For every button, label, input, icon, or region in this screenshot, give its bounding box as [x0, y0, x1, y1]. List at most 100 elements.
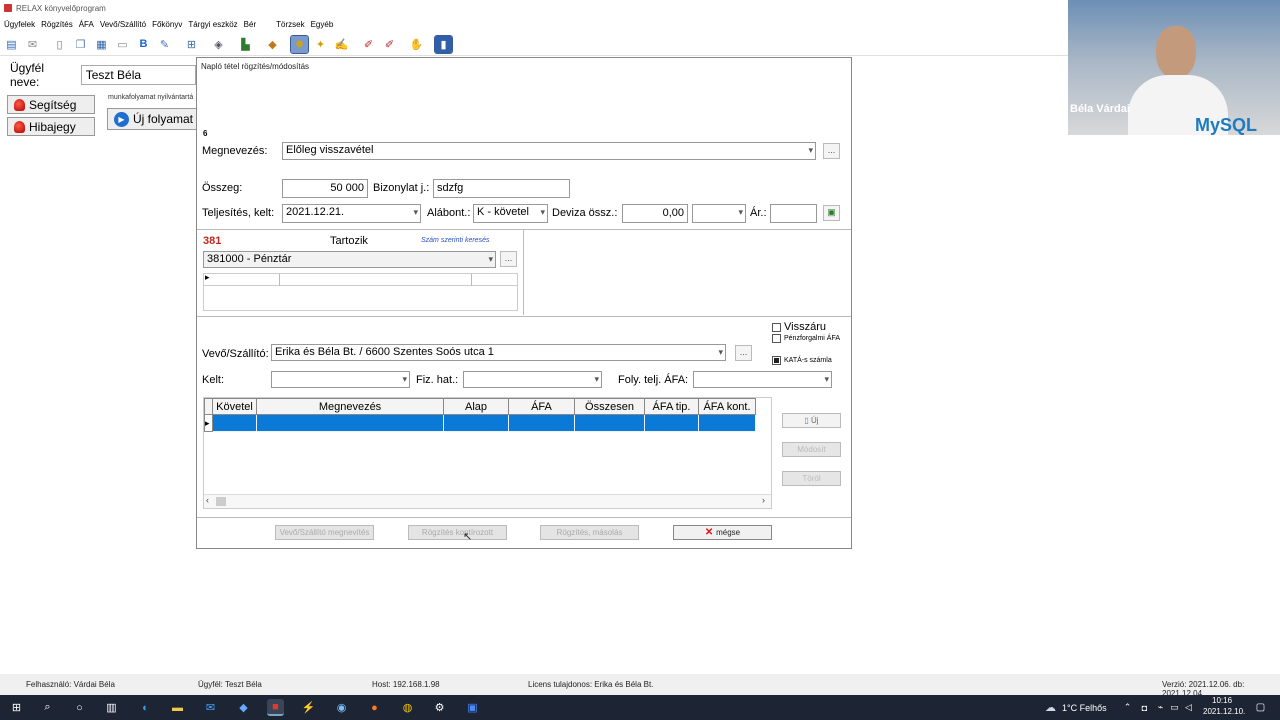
calculator-icon[interactable]: ▦	[93, 36, 110, 53]
table-cell[interactable]	[508, 414, 575, 432]
bizonylat-field[interactable]: sdzfg	[433, 179, 570, 198]
penzforgalmi-afa-checkbox[interactable]: Pénzforgalmi ÁFA	[772, 334, 840, 343]
file-explorer-icon[interactable]: ▬	[169, 699, 186, 716]
bookmark-icon[interactable]: B	[135, 36, 152, 53]
table-cell[interactable]	[256, 414, 444, 432]
column-header[interactable]: Összesen	[574, 398, 645, 415]
vevo-megnevites-button[interactable]: Vevő/Szállító megnevítés	[275, 525, 374, 540]
clock-date[interactable]: 2021.12.10.	[1203, 707, 1245, 716]
lightning-icon[interactable]: ⚡	[300, 699, 317, 716]
new-document-icon[interactable]: ▯	[51, 36, 68, 53]
mail-icon[interactable]: ✉	[202, 699, 219, 716]
book-icon[interactable]: ◆	[264, 36, 281, 53]
help-button[interactable]: Segítség	[7, 95, 95, 114]
table-cell[interactable]	[698, 414, 756, 432]
menu-ber[interactable]: Bér	[244, 20, 256, 29]
search-icon[interactable]: ⌕	[39, 699, 56, 716]
ticket-button[interactable]: Hibajegy	[7, 117, 95, 136]
fizhat-date-field[interactable]: ▾	[463, 371, 602, 388]
note-edit-icon[interactable]: ✍	[333, 36, 350, 53]
kelt-date-field[interactable]: ▾	[271, 371, 410, 388]
column-header[interactable]: Megnevezés	[256, 398, 444, 415]
table-cell[interactable]	[443, 414, 509, 432]
table-cell[interactable]	[574, 414, 645, 432]
column-header[interactable]: ÁFA kont.	[698, 398, 756, 415]
menu-ugyfelek[interactable]: Ügyfelek	[4, 20, 35, 29]
camera-icon[interactable]: ◘	[1136, 699, 1153, 716]
scroll-left-icon[interactable]: ‹	[206, 495, 209, 505]
alabont-select[interactable]: K - követel ▾	[473, 204, 548, 223]
clock-time[interactable]: 10:16	[1212, 696, 1232, 705]
kata-checkbox[interactable]: KATÁ-s számla	[772, 356, 832, 365]
panel-icon[interactable]: ▮	[434, 34, 453, 54]
modify-item-button[interactable]: Módosít	[782, 442, 841, 457]
rogzites-masolas-button[interactable]: Rögzítés, másolás	[540, 525, 639, 540]
menu-rogzites[interactable]: Rögzítés	[41, 20, 73, 29]
menu-afa[interactable]: ÁFA	[79, 20, 94, 29]
settings-icon[interactable]: ⚙	[431, 699, 448, 716]
chat-icon[interactable]: ◉	[333, 699, 350, 716]
menu-egyeb[interactable]: Egyéb	[311, 20, 334, 29]
notifications-icon[interactable]: ▢	[1252, 699, 1269, 716]
new-item-button[interactable]: ▯ Új	[782, 413, 841, 428]
menu-vevo-szallito[interactable]: Vevő/Szállító	[100, 20, 146, 29]
megnevezes-select[interactable]: Előleg visszavétel ▾	[282, 142, 816, 160]
task-view-icon[interactable]: ▥	[103, 699, 120, 716]
edge-icon[interactable]: ◐	[137, 699, 154, 716]
vevo-select[interactable]: Erika és Béla Bt. / 6600 Szentes Soós ut…	[271, 344, 726, 361]
table-cell[interactable]	[212, 414, 257, 432]
hand-icon[interactable]: ✋	[408, 36, 425, 53]
windows-start-icon[interactable]: ⊞	[8, 699, 25, 716]
column-header[interactable]: Alap	[443, 398, 509, 415]
client-card-icon[interactable]: ▤	[3, 36, 20, 53]
teljesites-date-field[interactable]: 2021.12.21. ▾	[282, 204, 421, 223]
scroll-right-icon[interactable]: ›	[762, 495, 765, 505]
visszaru-checkbox[interactable]: Visszáru	[772, 321, 826, 333]
relax-app-icon[interactable]: ■	[267, 699, 284, 716]
horizontal-scrollbar[interactable]: ‹ ›	[204, 494, 771, 508]
app-icon[interactable]: ◆	[235, 699, 252, 716]
column-header[interactable]: ÁFA	[508, 398, 575, 415]
column-header[interactable]: Követel	[212, 398, 257, 415]
firefox-icon[interactable]: ●	[366, 699, 383, 716]
menu-fokonyv[interactable]: Főkönyv	[152, 20, 182, 29]
ar-field[interactable]	[770, 204, 817, 223]
table-row[interactable]: ▸	[204, 414, 756, 432]
cortana-icon[interactable]: ○	[71, 699, 88, 716]
account-select[interactable]: 381000 - Pénztár ▾	[203, 251, 496, 268]
search-by-number-link[interactable]: Szám szerinti keresés	[421, 237, 489, 244]
calculator-icon[interactable]: ▣	[823, 205, 840, 221]
delete-item-button[interactable]: Töröl	[782, 471, 841, 486]
weather-text[interactable]: 1°C Felhős	[1062, 703, 1107, 713]
megnevezes-more-button[interactable]: ...	[823, 143, 840, 159]
client-name-field[interactable]: Teszt Béla	[80, 64, 196, 85]
envelope-icon[interactable]: ✉	[24, 36, 41, 53]
tag-icon[interactable]: ◈	[210, 36, 227, 53]
red-edit2-icon[interactable]: ✐	[381, 36, 398, 53]
account-more-button[interactable]: ...	[500, 251, 517, 267]
red-edit-icon[interactable]: ✐	[360, 36, 377, 53]
zoom-icon[interactable]: ▣	[464, 699, 481, 716]
folder-icon[interactable]: ▭	[114, 36, 131, 53]
deviza-currency-select[interactable]: ▾	[692, 204, 746, 223]
deviza-amount-field[interactable]: 0,00	[622, 204, 688, 223]
rogzites-kontirozott-button[interactable]: Rögzítés kontírozott	[408, 525, 507, 540]
account-grid-row[interactable]: ▸	[204, 272, 517, 286]
table-icon[interactable]: ⊞	[183, 36, 200, 53]
edit-document-icon[interactable]: ✎	[156, 36, 173, 53]
users-icon[interactable]: ☻	[290, 34, 309, 54]
wand-icon[interactable]: ✦	[312, 36, 329, 53]
osszeg-field[interactable]: 50 000	[282, 179, 368, 198]
new-workflow-button[interactable]: ▶ Új folyamat	[107, 108, 196, 130]
chrome-icon[interactable]: ◍	[399, 699, 416, 716]
foly-afa-select[interactable]: ▾	[693, 371, 832, 388]
cancel-button[interactable]: ✕ mégse	[673, 525, 772, 540]
table-cell[interactable]	[644, 414, 699, 432]
scroll-thumb[interactable]	[216, 497, 226, 506]
volume-icon[interactable]: ◁	[1180, 699, 1197, 716]
copy-document-icon[interactable]: ❐	[72, 36, 89, 53]
menu-torzsek[interactable]: Törzsek	[276, 20, 304, 29]
vevo-more-button[interactable]: ...	[735, 345, 752, 361]
column-header[interactable]: ÁFA tip.	[644, 398, 699, 415]
menu-targyi-eszkoz[interactable]: Tárgyi eszköz	[188, 20, 237, 29]
